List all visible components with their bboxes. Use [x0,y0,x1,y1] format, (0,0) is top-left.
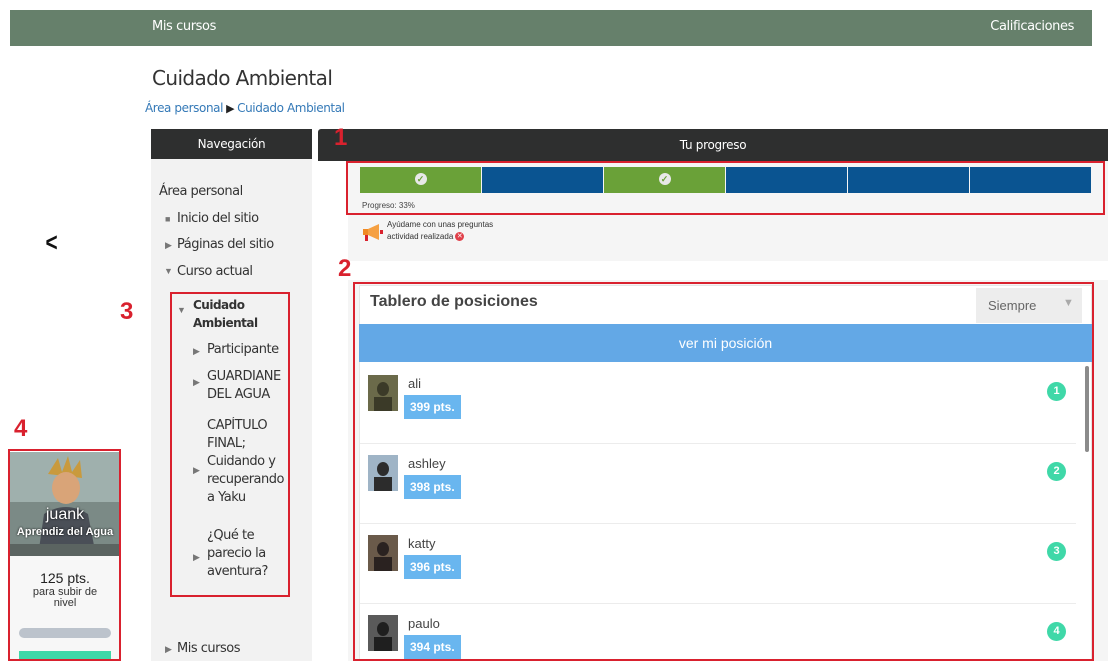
my-courses-link[interactable]: Mis cursos [152,19,216,34]
breadcrumb-separator: ▶ [226,102,235,115]
nav-area-personal[interactable]: Área personal [159,183,243,200]
breadcrumb: Área personal ▶ Cuidado Ambiental [145,101,345,115]
annotation-box [8,449,121,661]
chevron-left-icon[interactable]: < [46,227,58,258]
triangle-right-icon[interactable]: ▶ [165,240,172,251]
megaphone-icon [363,224,383,241]
breadcrumb-home[interactable]: Área personal [145,101,223,115]
top-navbar: Mis cursos Calificaciones [10,10,1092,46]
annotation-marker: 4 [14,415,28,442]
grades-link[interactable]: Calificaciones [990,19,1074,34]
annotation-marker: 1 [334,124,348,151]
triangle-down-icon[interactable]: ▼ [164,266,173,276]
progress-header: Tu progreso [318,129,1108,161]
annotation-box [346,161,1105,215]
annotation-marker: 3 [120,298,134,325]
nav-item-curso-actual[interactable]: Curso actual [177,263,253,280]
annotation-marker: 2 [338,255,352,282]
annotation-box [170,292,290,597]
nav-item-paginas[interactable]: Páginas del sitio [177,236,274,253]
nav-item-inicio[interactable]: Inicio del sitio [177,210,259,227]
breadcrumb-current[interactable]: Cuidado Ambiental [237,101,345,115]
bullet-icon: ■ [165,214,171,224]
navigation-header: Navegación [151,129,312,159]
notice-status: actividad realizada ✕ [387,232,465,242]
notice-text: Ayúdame con unas preguntas [387,220,494,229]
page-title: Cuidado Ambiental [152,66,333,90]
error-icon: ✕ [455,232,465,242]
nav-item-mis-cursos[interactable]: Mis cursos [177,640,240,657]
triangle-right-icon[interactable]: ▶ [165,644,172,655]
notice-status-text: actividad realizada [387,232,454,241]
annotation-box [353,282,1094,661]
